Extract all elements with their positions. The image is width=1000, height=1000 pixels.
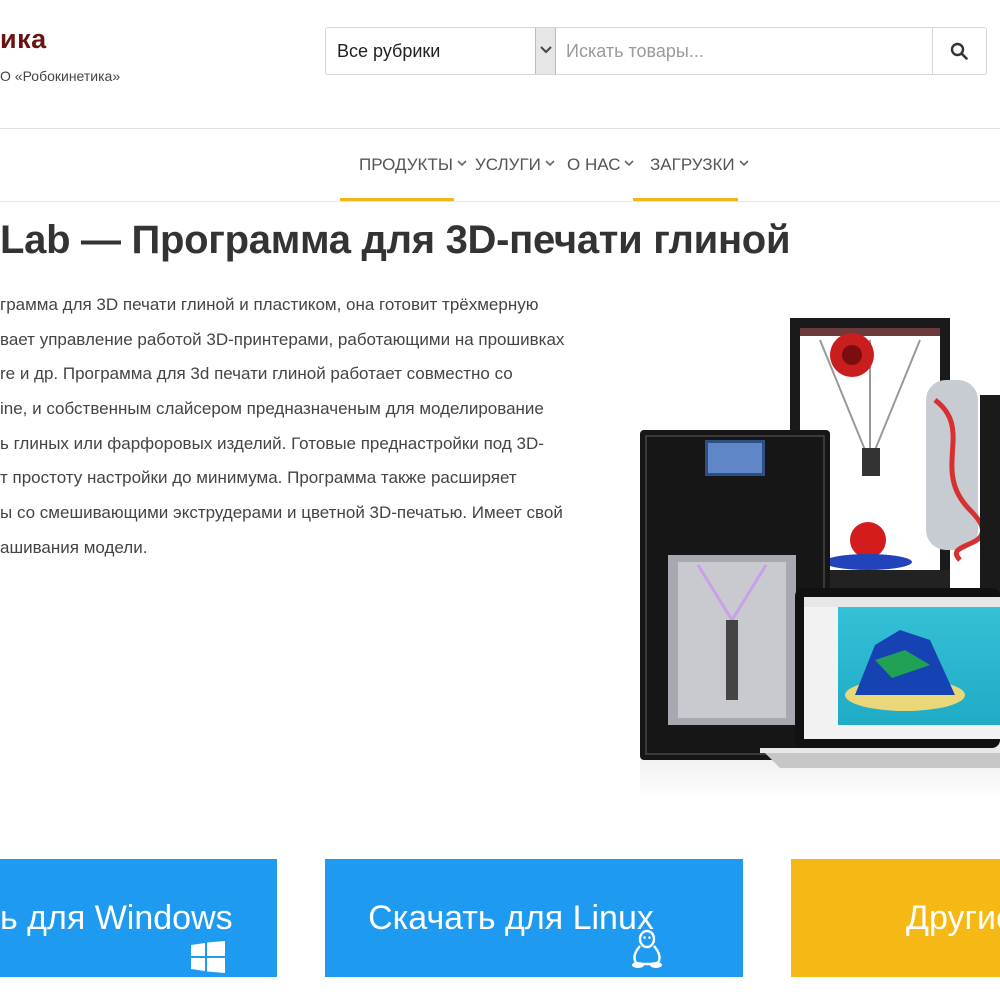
nav-item-downloads[interactable]: ЗАГРУЗКИ (633, 129, 749, 201)
description-line: ь глиных или фарфоровых изделий. Готовые… (0, 433, 544, 453)
nav-item-label: УСЛУГИ (475, 155, 541, 174)
site-header: ика О «Робокинетика» Все рубрики Искать … (0, 0, 1000, 129)
nav-item-label: ЗАГРУЗКИ (650, 155, 735, 174)
description-line: ашивания модели. (0, 537, 148, 557)
description-line: т простоту настройки до минимума. Програ… (0, 468, 517, 488)
active-underline (340, 198, 454, 201)
download-other-label: Другие (906, 899, 1000, 937)
download-linux-button[interactable]: Скачать для Linux (325, 859, 743, 977)
nav-item-label: ПРОДУКТЫ (359, 155, 453, 174)
description-line: ы со смешивающими экструдерами и цветной… (0, 503, 563, 523)
windows-icon (191, 903, 225, 977)
search-bar: Все рубрики Искать товары... (325, 27, 987, 75)
nav-item-products[interactable]: ПРОДУКТЫ (340, 129, 467, 201)
nav-item-about[interactable]: О НАС (567, 129, 635, 201)
description-line: ine, и собственным слайсером предназначе… (0, 399, 544, 419)
description: грамма для 3D печати глиной и пластиком,… (0, 288, 565, 566)
hero-product-image (630, 300, 1000, 800)
active-underline (633, 198, 738, 201)
description-line: re и др. Программа для 3d печати глиной … (0, 364, 513, 384)
brand-subtitle: О «Робокинетика» (0, 68, 121, 84)
search-input[interactable]: Искать товары... (556, 28, 932, 74)
category-dropdown-arrow[interactable] (535, 28, 556, 74)
page-title: Lab — Программа для 3D-печати глиной (0, 218, 791, 262)
main-nav: ПРОДУКТЫ УСЛУГИ О НАС ЗАГРУЗКИ (0, 129, 1000, 202)
chevron-down-icon (545, 160, 555, 167)
category-select[interactable]: Все рубрики (326, 28, 536, 74)
description-line: вает управление работой 3D-принтерами, р… (0, 329, 565, 349)
linux-icon (630, 899, 664, 977)
nav-item-services[interactable]: УСЛУГИ (475, 129, 555, 201)
download-windows-button[interactable]: ь для Windows (0, 859, 277, 977)
download-other-button[interactable]: Другие (791, 859, 1000, 977)
chevron-down-icon (739, 160, 749, 167)
nav-item-label: О НАС (567, 155, 621, 174)
chevron-down-icon (457, 160, 467, 167)
search-button[interactable] (932, 28, 986, 74)
description-line: грамма для 3D печати глиной и пластиком,… (0, 295, 539, 314)
brand-name[interactable]: ика (0, 24, 47, 55)
